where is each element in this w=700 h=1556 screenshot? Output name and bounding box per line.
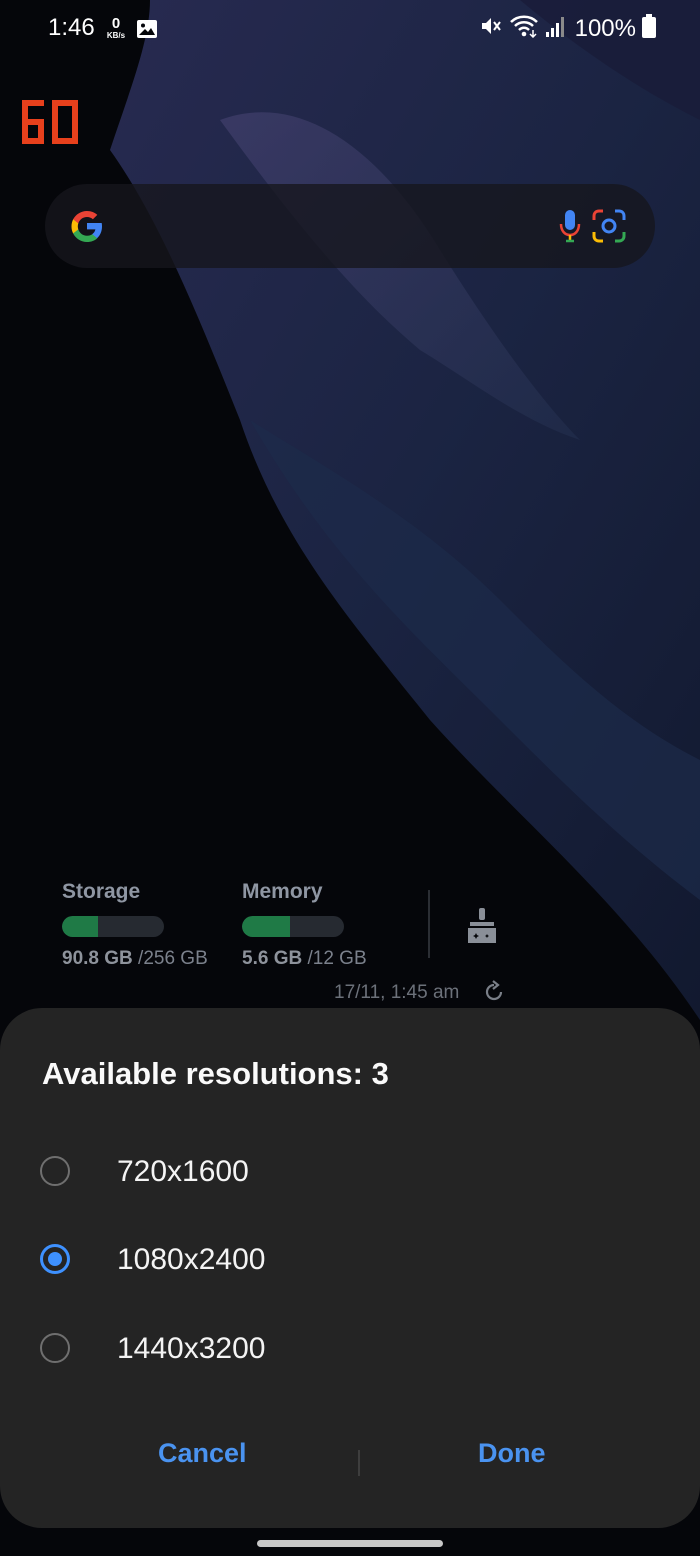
storage-label: Storage [62, 880, 141, 903]
option-label: 1440x3200 [117, 1332, 266, 1365]
battery-icon [642, 14, 656, 43]
fps-counter [20, 98, 80, 151]
cancel-button[interactable]: Cancel [134, 1426, 271, 1481]
radio-button[interactable] [40, 1333, 70, 1363]
status-bar: 1:46 0 KB/s 100% [0, 0, 700, 62]
network-speed: 0 KB/s [106, 15, 126, 40]
resolution-dialog: Available resolutions: 3 720x1600 1080x2… [0, 1008, 700, 1528]
resolution-option-1440x3200[interactable]: 1440x3200 [0, 1305, 700, 1391]
radio-button[interactable] [40, 1156, 70, 1186]
memory-bar-fill [242, 916, 290, 937]
signal-icon [545, 14, 565, 43]
memory-bar [242, 916, 344, 937]
lens-icon[interactable] [589, 206, 629, 251]
broom-clean-icon[interactable] [462, 906, 502, 951]
resolution-option-1080x2400[interactable]: 1080x2400 [0, 1216, 700, 1302]
battery-percentage: 100% [574, 14, 636, 42]
google-search-bar[interactable] [45, 184, 655, 268]
gallery-icon [136, 19, 158, 44]
storage-bar-fill [62, 916, 99, 937]
button-divider [358, 1450, 360, 1476]
navigation-gesture-handle[interactable] [257, 1540, 443, 1547]
clock: 1:46 [48, 14, 95, 41]
refresh-icon[interactable] [482, 980, 506, 1009]
radio-button-selected[interactable] [40, 1244, 70, 1274]
done-button[interactable]: Done [454, 1426, 570, 1481]
storage-bar [62, 916, 164, 937]
dialog-title: Available resolutions: 3 [42, 1056, 389, 1091]
option-label: 1080x2400 [117, 1243, 266, 1276]
wifi-icon [509, 14, 539, 43]
resolution-option-720x1600[interactable]: 720x1600 [0, 1128, 700, 1214]
google-g-icon [67, 206, 107, 251]
storage-value: 90.8 GB /256 GB [62, 948, 208, 969]
mute-icon [479, 14, 503, 43]
widget-divider [428, 890, 430, 958]
last-updated-time: 17/11, 1:45 am [334, 982, 460, 1003]
mic-icon[interactable] [555, 206, 585, 251]
memory-label: Memory [242, 880, 323, 903]
option-label: 720x1600 [117, 1155, 249, 1188]
memory-value: 5.6 GB /12 GB [242, 948, 367, 969]
